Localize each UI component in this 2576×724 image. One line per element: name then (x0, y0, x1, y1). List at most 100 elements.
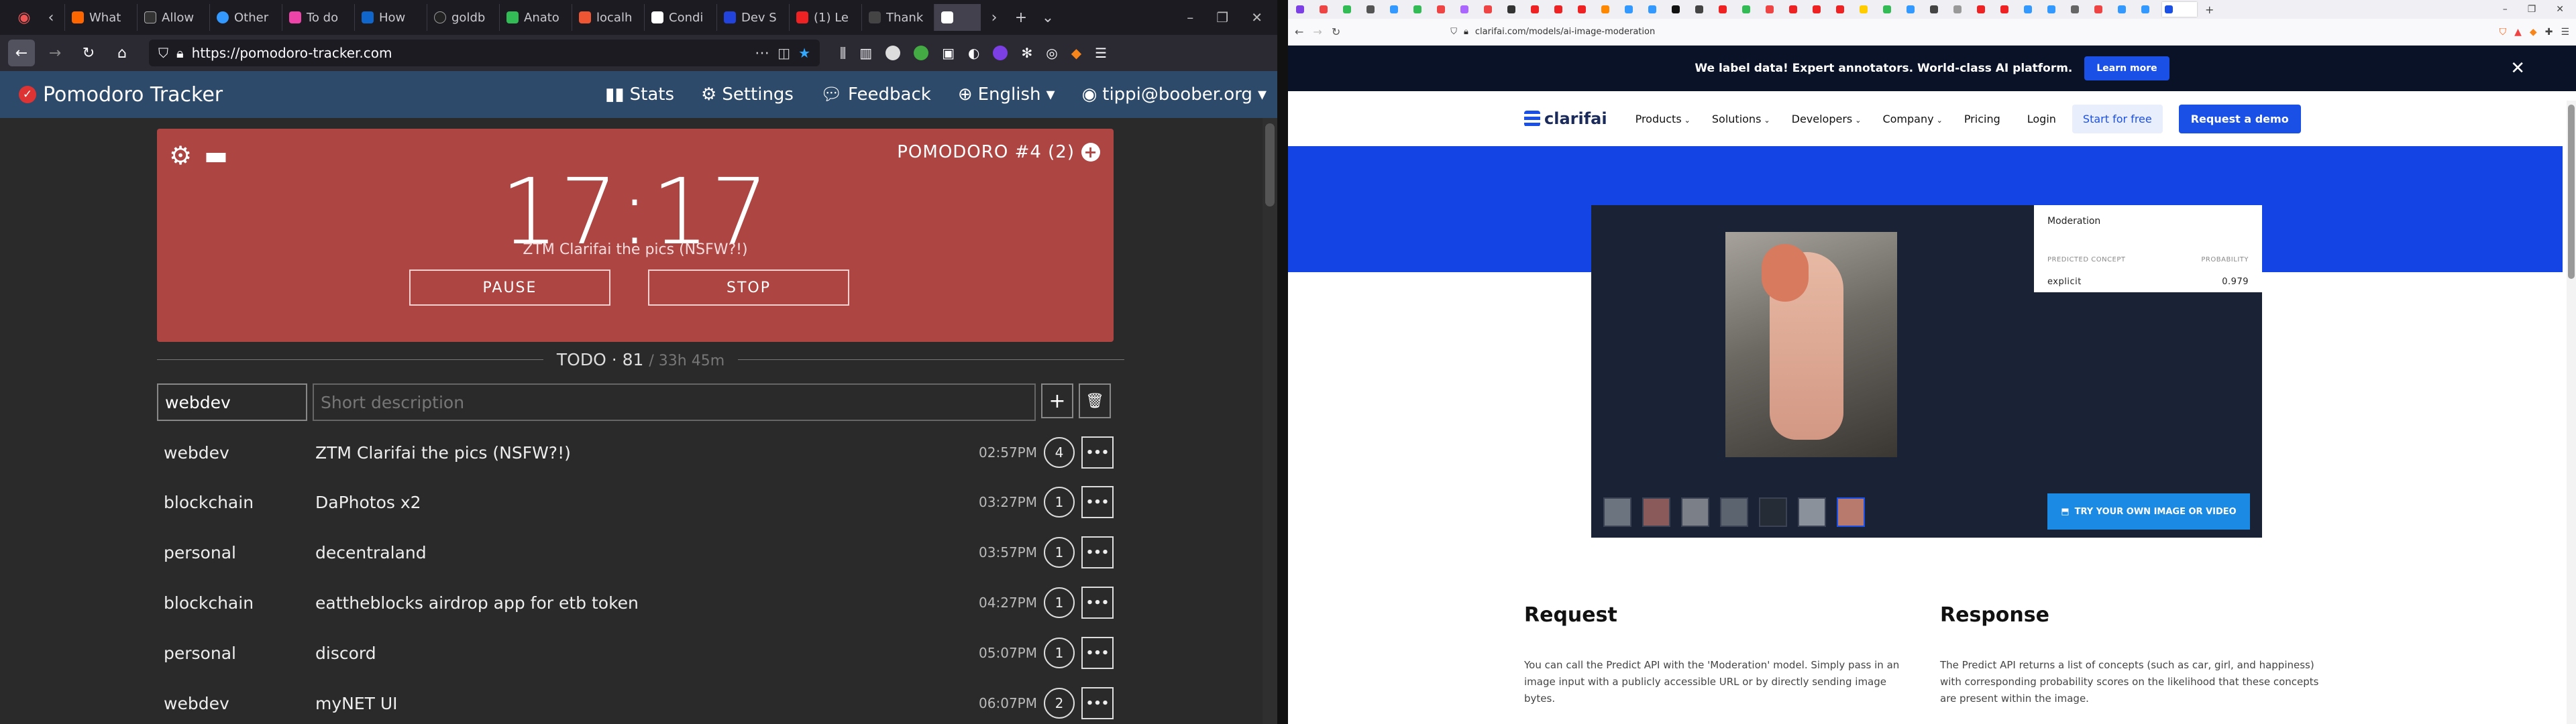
url-text[interactable]: clarifai.com/models/ai-image-moderation (1475, 27, 1655, 37)
browser-tab[interactable] (1716, 2, 1738, 17)
browser-tab[interactable] (1646, 2, 1668, 17)
stop-button[interactable]: STOP (648, 269, 849, 306)
browser-tab[interactable] (1622, 2, 1644, 17)
forward-arrow-icon[interactable]: → (42, 40, 68, 66)
browser-tab[interactable] (1599, 2, 1621, 17)
brave-shield-icon[interactable]: ⛉ (2500, 27, 2507, 38)
task-count-badge[interactable]: 2 (1044, 688, 1075, 719)
browser-tab[interactable] (1739, 2, 1762, 17)
nav-solutions[interactable]: Solutions ⌄ (1712, 113, 1770, 125)
hamburger-menu-icon[interactable]: ☰ (2561, 27, 2569, 38)
browser-tab[interactable] (1786, 2, 1809, 17)
metamask-icon[interactable]: ◆ (2530, 27, 2537, 38)
page-scrollbar[interactable] (2567, 101, 2576, 724)
menu-account[interactable]: ◉ tippi@boober.org ▾ (1082, 84, 1267, 105)
menu-feedback[interactable]: 💬︎ Feedback (820, 84, 931, 105)
browser-tab[interactable] (1387, 2, 1409, 17)
new-tab-icon[interactable]: + (2198, 3, 2220, 16)
close-banner-icon[interactable]: ✕ (2510, 58, 2525, 78)
brave-rewards-icon[interactable]: ▲ (2514, 27, 2522, 38)
browser-tab[interactable] (1880, 2, 1902, 17)
metamask-icon[interactable]: ◆ (1071, 45, 1081, 61)
delete-button[interactable]: 🗑︎ (1079, 383, 1111, 418)
browser-tab[interactable] (1575, 2, 1597, 17)
extension-icon[interactable]: ▣ (942, 45, 955, 61)
request-demo-button[interactable]: Request a demo (2178, 104, 2301, 133)
bookmark-star-icon[interactable]: ⋯ (755, 45, 769, 62)
scrollbar-thumb[interactable] (1265, 123, 1275, 206)
app-brand[interactable]: ✓ Pomodoro Tracker (19, 83, 223, 107)
start-for-free-button[interactable]: Start for free (2072, 104, 2163, 133)
browser-tab[interactable] (1927, 2, 1949, 17)
home-icon[interactable]: ⌂ (109, 40, 136, 66)
tab-list-dropdown-icon[interactable]: ⌄ (1034, 9, 1061, 26)
extension-icon[interactable]: ◎ (1046, 45, 1057, 61)
minimize-icon[interactable]: – (1187, 9, 1193, 25)
browser-tab[interactable] (1434, 2, 1456, 17)
browser-tab[interactable]: Dev S (716, 4, 789, 31)
more-options-icon[interactable]: ••• (1081, 587, 1114, 619)
task-row[interactable]: webdev ZTM Clarifai the pics (NSFW?!) 02… (157, 428, 1114, 477)
back-arrow-icon[interactable]: ← (8, 40, 35, 66)
library-icon[interactable]: ⫼ (840, 45, 846, 61)
hamburger-menu-icon[interactable]: ☰ (1095, 45, 1107, 61)
back-arrow-icon[interactable]: ← (1295, 25, 1303, 38)
browser-tab[interactable] (1833, 2, 1856, 17)
more-options-icon[interactable]: ••• (1081, 486, 1114, 518)
firefox-menu-icon[interactable]: ◉ (11, 9, 38, 26)
settings-gear-icon[interactable]: ✻ (1021, 45, 1032, 61)
browser-tab[interactable] (1669, 2, 1691, 17)
extensions-puzzle-icon[interactable]: ✚ (2545, 27, 2553, 38)
page-scrollbar[interactable] (1263, 118, 1277, 724)
task-count-badge[interactable]: 1 (1044, 638, 1075, 668)
browser-tab[interactable] (1552, 2, 1574, 17)
task-count-badge[interactable]: 1 (1044, 537, 1075, 568)
browser-tab[interactable] (2021, 2, 2043, 17)
browser-tab[interactable] (1317, 2, 1339, 17)
menu-language[interactable]: ⊕ English ▾ (958, 84, 1055, 105)
thumbnail[interactable] (1642, 497, 1670, 527)
pause-button[interactable]: PAUSE (409, 269, 610, 306)
browser-tab[interactable]: Anato (499, 4, 572, 31)
task-count-badge[interactable]: 1 (1044, 487, 1075, 518)
browser-tab[interactable]: goldb (427, 4, 499, 31)
browser-tab[interactable]: localh (572, 4, 644, 31)
learn-more-button[interactable]: Learn more (2084, 56, 2169, 80)
browser-tab-active[interactable] (934, 4, 981, 31)
browser-tab[interactable] (2115, 2, 2137, 17)
close-window-icon[interactable]: ✕ (2556, 4, 2564, 15)
close-window-icon[interactable]: ✕ (1251, 9, 1263, 25)
browser-tab[interactable] (2045, 2, 2067, 17)
minimize-icon[interactable]: – (2503, 4, 2508, 15)
thumbnail[interactable] (1798, 497, 1826, 527)
menu-stats[interactable]: ▮▮ Stats (605, 84, 674, 105)
thumbnail[interactable] (1759, 497, 1787, 527)
add-task-button[interactable]: + (1041, 383, 1073, 418)
browser-tab[interactable]: Other (209, 4, 282, 31)
more-options-icon[interactable]: ••• (1081, 687, 1114, 719)
browser-tab[interactable] (1458, 2, 1480, 17)
browser-tab[interactable] (1857, 2, 1879, 17)
menu-settings[interactable]: ⚙ Settings (701, 84, 794, 105)
restore-icon[interactable]: ❐ (1216, 9, 1228, 25)
browser-tab[interactable] (1505, 2, 1527, 17)
browser-tab[interactable] (2139, 2, 2161, 17)
browser-tab[interactable]: Allow (137, 4, 209, 31)
restore-icon[interactable]: ❐ (2528, 4, 2536, 15)
browser-tab[interactable] (1293, 2, 1316, 17)
tracking-shield-icon[interactable]: ⛉ (158, 45, 168, 61)
login-link[interactable]: Login (2027, 113, 2056, 125)
browser-tab[interactable] (1340, 2, 1362, 17)
task-row[interactable]: blockchain eattheblocks airdrop app for … (157, 578, 1114, 627)
nav-developers[interactable]: Developers ⌄ (1792, 113, 1862, 125)
nav-company[interactable]: Company ⌄ (1882, 113, 1942, 125)
lock-icon[interactable]: 🔒︎ (176, 45, 184, 61)
pocket-icon[interactable]: ◫ (777, 45, 790, 61)
nav-products[interactable]: Products ⌄ (1635, 113, 1690, 125)
tracking-shield-icon[interactable]: ⛉ (1450, 27, 1457, 37)
browser-tab[interactable] (1974, 2, 1996, 17)
more-options-icon[interactable]: ••• (1081, 536, 1114, 568)
browser-tab[interactable] (1364, 2, 1386, 17)
browser-tab[interactable] (1411, 2, 1433, 17)
browser-tab[interactable]: How (354, 4, 427, 31)
